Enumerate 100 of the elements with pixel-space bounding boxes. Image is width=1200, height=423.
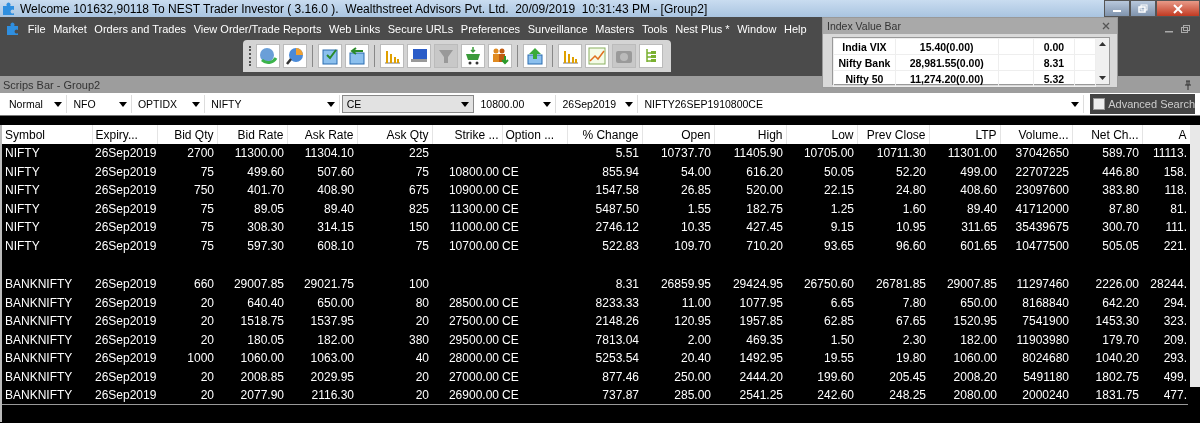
column-header[interactable]: Bid Qty xyxy=(157,125,217,144)
table-cell-text: 20 xyxy=(414,313,430,331)
table-cell-text: 158. xyxy=(1162,163,1188,181)
toolbar-button[interactable] xyxy=(488,44,512,68)
menu-item[interactable]: View Order/Trade Reports xyxy=(189,22,326,35)
toolbar-button[interactable] xyxy=(461,44,485,68)
menu-item[interactable]: Secure URLs xyxy=(384,22,457,35)
table-cell-text: 825 xyxy=(407,200,430,218)
column-header[interactable]: Low xyxy=(786,125,857,144)
table-cell-text: CE xyxy=(502,163,520,181)
menu-item[interactable]: Surveillance xyxy=(523,22,592,35)
table-cell: 11300.00 xyxy=(217,144,287,163)
toolbar-button[interactable] xyxy=(407,44,431,68)
index-change: 5.32 xyxy=(1033,70,1075,87)
people-icon xyxy=(490,46,510,66)
table-cell: 28500.00 xyxy=(432,293,502,312)
menu-item[interactable]: Orders and Trades xyxy=(90,22,190,35)
table-cell-text: 7.80 xyxy=(901,294,927,312)
close-button[interactable] xyxy=(1156,0,1200,17)
table-cell-text: 182.75 xyxy=(745,200,784,218)
dropdown[interactable]: CE xyxy=(341,95,475,113)
column-header[interactable]: Expiry... xyxy=(92,125,157,144)
toolbar-button[interactable] xyxy=(318,44,342,68)
table-cell-text: 1547.58 xyxy=(594,182,640,200)
up-arrow-icon[interactable] xyxy=(1099,42,1106,46)
column-header[interactable]: Strike ... xyxy=(432,125,502,144)
table-cell-text: BANKNIFTY xyxy=(4,331,74,349)
menu-item[interactable]: Web Links xyxy=(325,22,384,35)
table-cell-text: 87.80 xyxy=(1107,200,1140,218)
table-cell-text: 477. xyxy=(1162,387,1188,405)
table-cell: 10800.00 xyxy=(432,162,502,181)
table-cell-text: 401.70 xyxy=(246,182,285,200)
restore-icon[interactable] xyxy=(1181,24,1190,33)
column-header[interactable]: Ask Rate xyxy=(287,125,357,144)
toolbar-button[interactable] xyxy=(639,44,663,68)
column-header[interactable]: Net Ch... xyxy=(1072,125,1142,144)
column-header[interactable]: Option ... xyxy=(502,125,567,144)
menu-item[interactable]: Market xyxy=(49,22,91,35)
toolbar-button[interactable] xyxy=(256,44,280,68)
table-cell-text: 24.80 xyxy=(894,182,927,200)
table-cell-text: 1492.95 xyxy=(738,350,784,368)
table-cell-text: 8233.33 xyxy=(594,294,640,312)
column-header[interactable]: Bid Rate xyxy=(217,125,287,144)
table-cell-text: 26.85 xyxy=(679,182,712,200)
table-cell-text: 29021.75 xyxy=(302,276,355,294)
table-cell-text: 293. xyxy=(1162,350,1188,368)
table-cell-text: 26Sep2019 xyxy=(94,182,157,200)
index-name: India VIX xyxy=(833,38,896,55)
menu-item[interactable]: Help xyxy=(780,22,811,35)
pin-icon[interactable] xyxy=(1184,79,1192,90)
advanced-search-checkbox[interactable]: Advanced Search xyxy=(1090,94,1195,114)
table-cell-text: 1518.75 xyxy=(239,313,285,331)
column-header[interactable]: Ask Qty xyxy=(357,125,432,144)
menu-item[interactable]: Masters xyxy=(591,22,639,35)
index-name: Nifty 50 xyxy=(833,70,896,87)
table-cell-text: 26Sep2019 xyxy=(94,350,157,368)
column-header[interactable]: Prev Close xyxy=(857,125,929,144)
menu-item[interactable]: Nest Plus * xyxy=(671,22,734,35)
table-cell-text: 26Sep2019 xyxy=(94,276,157,294)
scrollbar[interactable] xyxy=(1096,38,1109,84)
table-cell-text: 81. xyxy=(1169,200,1188,218)
table-cell-text: 20 xyxy=(414,368,430,386)
table-cell-text: 520.00 xyxy=(745,182,784,200)
menu-item[interactable]: Tools xyxy=(638,22,672,35)
down-arrow-icon[interactable] xyxy=(1099,76,1106,80)
restore-button[interactable] xyxy=(1130,0,1156,17)
toolbar-button[interactable] xyxy=(523,44,547,68)
menu-item[interactable]: Preferences xyxy=(457,22,524,35)
toolbar-button[interactable] xyxy=(345,44,369,68)
minimize-button[interactable] xyxy=(1104,0,1130,17)
table-cell-text: 52.20 xyxy=(894,163,927,181)
table-cell: 589.70 xyxy=(1072,144,1142,163)
table-cell-text: 408.60 xyxy=(959,182,998,200)
table-cell-text: 242.60 xyxy=(816,387,855,405)
table-cell: 10900.00 xyxy=(432,181,502,200)
table-cell-text: 608.10 xyxy=(316,237,355,255)
table-cell: 11113. xyxy=(1142,144,1190,163)
table-cell-text: 179.70 xyxy=(1101,331,1140,349)
table-cell-text: 20 xyxy=(199,331,215,349)
table-cell-text: 10.95 xyxy=(894,219,927,237)
table-cell-text: 1957.85 xyxy=(738,313,784,331)
column-header[interactable]: LTP xyxy=(929,125,1000,144)
column-header[interactable]: % Change xyxy=(567,125,642,144)
column-header[interactable]: Symbol xyxy=(2,125,92,144)
table-cell-text: 89.05 xyxy=(252,200,285,218)
table-cell-text: 9.15 xyxy=(829,219,855,237)
close-icon[interactable] xyxy=(1102,22,1110,30)
table-cell: 10711.30 xyxy=(857,144,929,163)
column-header[interactable]: A xyxy=(1142,125,1190,144)
menu-item[interactable]: File xyxy=(24,22,50,35)
menu-item[interactable]: Window xyxy=(733,22,781,35)
toolbar-button[interactable] xyxy=(283,44,307,68)
column-header[interactable]: Open xyxy=(642,125,714,144)
table-cell-text: 650.00 xyxy=(959,294,998,312)
table-cell-text: 383.80 xyxy=(1101,182,1140,200)
table-cell-text: 640.40 xyxy=(246,294,285,312)
column-header[interactable]: Volume... xyxy=(1000,125,1072,144)
column-header[interactable]: High xyxy=(714,125,786,144)
scrollbar[interactable] xyxy=(1190,125,1200,387)
toolbar-button[interactable] xyxy=(585,44,609,68)
